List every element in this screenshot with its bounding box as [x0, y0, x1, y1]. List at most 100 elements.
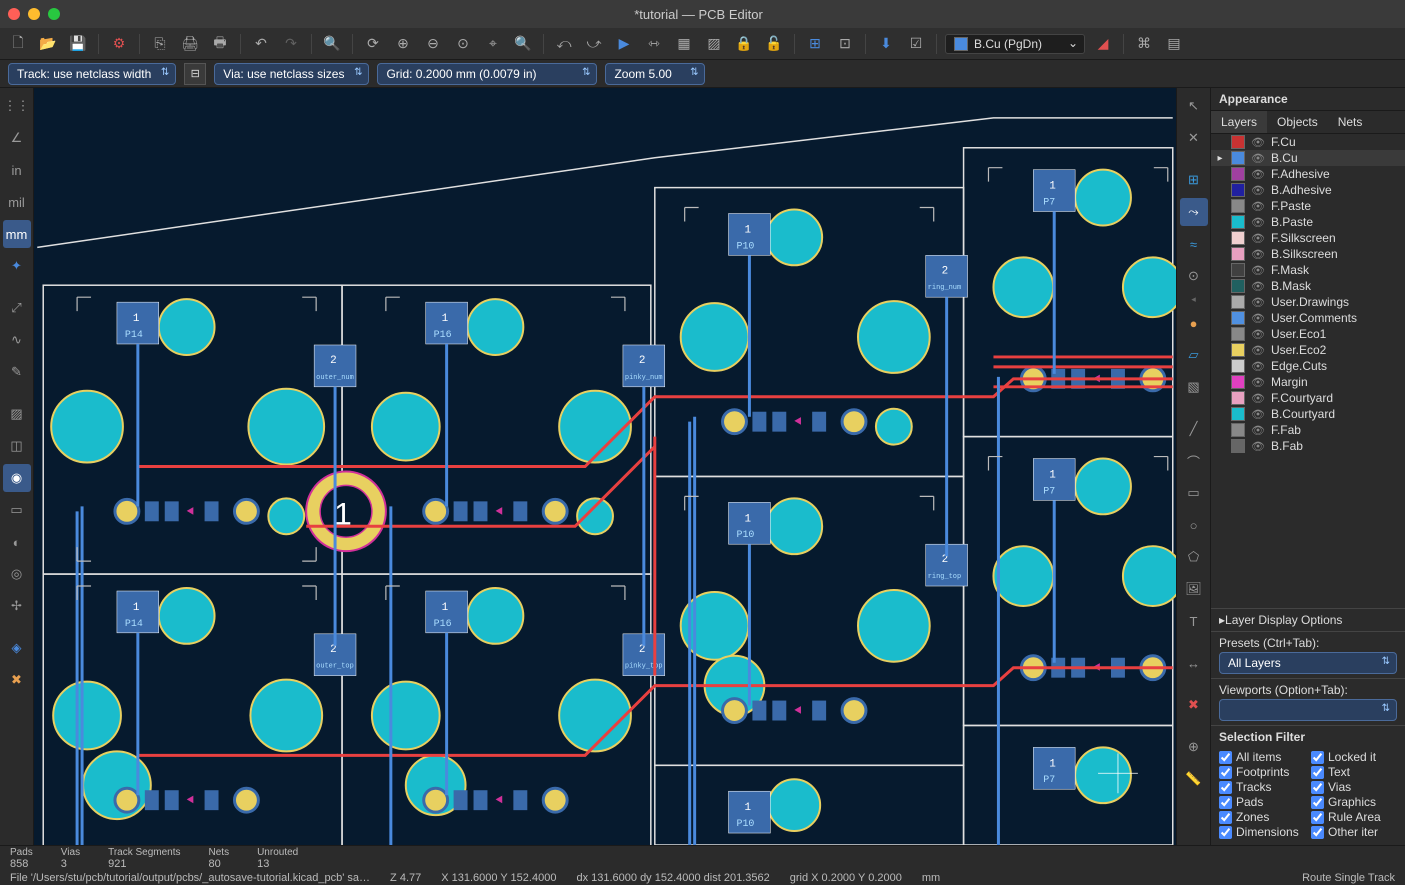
zoom-in-icon[interactable]: ⊕	[391, 32, 415, 56]
page-settings-icon[interactable]: ⎘	[148, 32, 172, 56]
big-pad[interactable]: 1	[306, 471, 386, 551]
pad-outnum[interactable]: 2outer_num	[314, 345, 356, 387]
refresh-icon[interactable]: ⟳	[361, 32, 385, 56]
layer-alpha-icon[interactable]: ✢	[3, 592, 31, 620]
net-inspector-icon[interactable]: ◎	[3, 560, 31, 588]
layer-row-user-eco1[interactable]: 👁User.Eco1	[1211, 326, 1405, 342]
route-track-icon[interactable]: ⤳	[1180, 198, 1208, 226]
pad-p7a[interactable]: 1P7	[1033, 170, 1075, 212]
curved-ratsnest-icon[interactable]: ∿	[3, 326, 31, 354]
layer-select[interactable]: B.Cu (PgDn)	[945, 34, 1085, 54]
layer-row-f-paste[interactable]: 👁F.Paste	[1211, 198, 1405, 214]
diode-row-7[interactable]: ⯇	[723, 699, 866, 723]
via-display-icon[interactable]: ◉	[3, 464, 31, 492]
zoom-out-icon[interactable]: ⊖	[421, 32, 445, 56]
undo-icon[interactable]: ↶	[249, 32, 273, 56]
layer-row-f-mask[interactable]: 👁F.Mask	[1211, 262, 1405, 278]
plot-icon[interactable]: 🖶	[208, 32, 232, 56]
group-icon[interactable]: ▦	[672, 32, 696, 56]
layer-row-f-fab[interactable]: 👁F.Fab	[1211, 422, 1405, 438]
inches-icon[interactable]: in	[3, 156, 31, 184]
via-size-select[interactable]: Via: use netclass sizes	[214, 63, 369, 85]
layer-row-b-cu[interactable]: ▸👁B.Cu	[1211, 150, 1405, 166]
lock-icon[interactable]: 🔒	[732, 32, 756, 56]
filter-text[interactable]: Text	[1311, 765, 1397, 779]
net-highlight-icon[interactable]: ✎	[3, 358, 31, 386]
draw-poly-icon[interactable]: ⬠	[1180, 543, 1208, 571]
pcb-canvas[interactable]: 1P14 1P16 1P10 1P7 2outer_num 2pinky_num…	[34, 88, 1176, 845]
layer-row-user-drawings[interactable]: 👁User.Drawings	[1211, 294, 1405, 310]
unlock-icon[interactable]: 🔓	[762, 32, 786, 56]
filter-zones[interactable]: Zones	[1219, 810, 1305, 824]
add-text-icon[interactable]: T	[1180, 607, 1208, 635]
find-icon[interactable]: 🔍	[320, 32, 344, 56]
pad-p10a[interactable]: 1P10	[729, 214, 771, 256]
tab-objects[interactable]: Objects	[1267, 111, 1328, 133]
layer-pair-icon[interactable]: ◢	[1091, 32, 1115, 56]
filter-pads[interactable]: Pads	[1219, 795, 1305, 809]
polar-coord-icon[interactable]: ∠	[3, 124, 31, 152]
measure-icon[interactable]: 📏	[1180, 765, 1208, 793]
draw-arc-icon[interactable]: ⌒	[1180, 447, 1208, 475]
filter-dimensions[interactable]: Dimensions	[1219, 825, 1305, 839]
layer-row-f-adhesive[interactable]: 👁F.Adhesive	[1211, 166, 1405, 182]
filter-locked-it[interactable]: Locked it	[1311, 750, 1397, 764]
layer-row-f-cu[interactable]: 👁F.Cu	[1211, 134, 1405, 150]
add-image-icon[interactable]: 🖼	[1180, 575, 1208, 603]
mm-icon[interactable]: mm	[3, 220, 31, 248]
print-icon[interactable]: 🖨	[178, 32, 202, 56]
layers-manager-icon[interactable]: ◈	[3, 634, 31, 662]
add-zone-icon[interactable]: ▱	[1180, 341, 1208, 369]
add-keepout-icon[interactable]: ▧	[1180, 373, 1208, 401]
preferences-icon[interactable]: ✖	[3, 666, 31, 694]
tune-length-icon[interactable]: ⊙	[1180, 262, 1208, 290]
draw-line-icon[interactable]: ╱	[1180, 415, 1208, 443]
pad-p16a[interactable]: 1P16	[426, 302, 468, 344]
layer-row-b-fab[interactable]: 👁B.Fab	[1211, 438, 1405, 454]
ratsnest-icon[interactable]: ⤢	[3, 294, 31, 322]
grid-select[interactable]: Grid: 0.2000 mm (0.0079 in)	[377, 63, 597, 85]
draw-rect-icon[interactable]: ▭	[1180, 479, 1208, 507]
add-dimension-icon[interactable]: ↔	[1180, 649, 1208, 677]
layer-row-b-courtyard[interactable]: 👁B.Courtyard	[1211, 406, 1405, 422]
pad-p14a[interactable]: 1P14	[117, 302, 159, 344]
place-footprint-icon[interactable]: ⊞	[1180, 166, 1208, 194]
highlight-net-icon[interactable]: ✕	[1180, 124, 1208, 152]
tab-layers[interactable]: Layers	[1211, 111, 1267, 133]
save-icon[interactable]: 💾	[66, 32, 90, 56]
layer-row-user-comments[interactable]: 👁User.Comments	[1211, 310, 1405, 326]
pad-p10b[interactable]: 1P10	[729, 502, 771, 544]
rotate-cw-icon[interactable]: ⤻	[582, 32, 606, 56]
layer-row-b-mask[interactable]: 👁B.Mask	[1211, 278, 1405, 294]
filter-footprints[interactable]: Footprints	[1219, 765, 1305, 779]
layer-row-b-silkscreen[interactable]: 👁B.Silkscreen	[1211, 246, 1405, 262]
track-width-select[interactable]: Track: use netclass width	[8, 63, 176, 85]
draw-circle-icon[interactable]: ○	[1180, 511, 1208, 539]
mirror-h-icon[interactable]: ▶	[612, 32, 636, 56]
show-panel-icon[interactable]: ▤	[1162, 32, 1186, 56]
pad-p16b[interactable]: 1P16	[426, 591, 468, 633]
ungroup-icon[interactable]: ▨	[702, 32, 726, 56]
filter-graphics[interactable]: Graphics	[1311, 795, 1397, 809]
pad-p7c[interactable]: 1P7	[1033, 747, 1075, 789]
set-origin-icon[interactable]: ⊕	[1180, 733, 1208, 761]
zoom-select[interactable]: Zoom 5.00	[605, 63, 705, 85]
layer-row-margin[interactable]: 👁Margin	[1211, 374, 1405, 390]
filter-rule-area[interactable]: Rule Area	[1311, 810, 1397, 824]
diode-row-3[interactable]: ⯇	[723, 410, 866, 434]
track-auto-icon[interactable]: ⊟	[184, 63, 206, 85]
pad-pinnum[interactable]: 2pinky_num	[623, 345, 665, 387]
presets-select[interactable]: All Layers	[1219, 652, 1397, 674]
pad-p14b[interactable]: 1P14	[117, 591, 159, 633]
tab-nets[interactable]: Nets	[1328, 111, 1373, 133]
layer-display-options[interactable]: ▸Layer Display Options	[1211, 608, 1405, 631]
new-icon[interactable]: 🗋	[6, 32, 30, 56]
zoom-tool-icon[interactable]: 🔍	[511, 32, 535, 56]
layer-row-user-eco2[interactable]: 👁User.Eco2	[1211, 342, 1405, 358]
mils-icon[interactable]: mil	[3, 188, 31, 216]
mirror-v-icon[interactable]: ⇿	[642, 32, 666, 56]
scripting-icon[interactable]: ⌘	[1132, 32, 1156, 56]
footprint-editor-icon[interactable]: ⊡	[833, 32, 857, 56]
update-pcb-icon[interactable]: ⬇	[874, 32, 898, 56]
delete-icon[interactable]: ✖	[1180, 691, 1208, 719]
